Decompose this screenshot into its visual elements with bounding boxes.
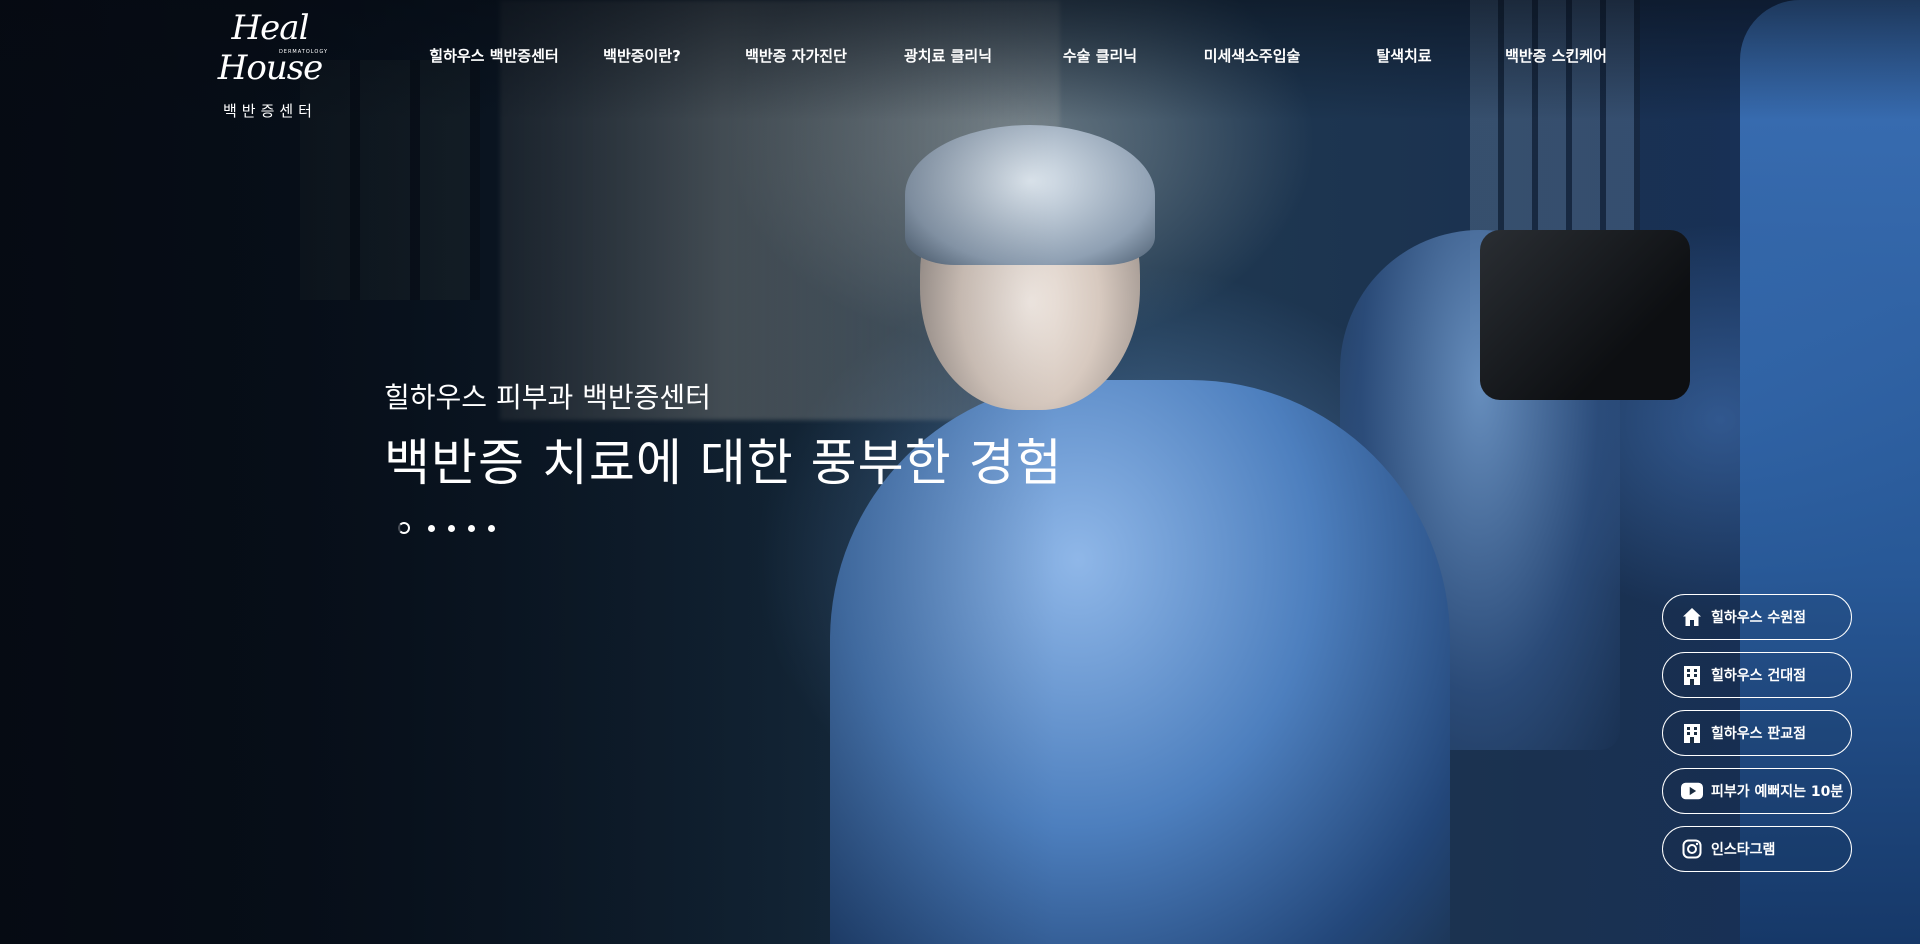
quick-link-suwon[interactable]: 힐하우스 수원점 (1662, 594, 1852, 640)
slide-dot-5[interactable] (488, 524, 495, 532)
quick-link-instagram[interactable]: 인스타그램 (1662, 826, 1852, 872)
building-icon (1681, 722, 1703, 744)
site-logo[interactable]: Heal House DERMATOLOGY 백반증센터 (190, 8, 350, 120)
quick-link-label: 피부가 예뻐지는 10분 (1711, 784, 1844, 800)
site-header: Heal House DERMATOLOGY 백반증센터 힐하우스 백반증센터 … (0, 0, 1920, 120)
nav-item-about-vitiligo[interactable]: 백반증이란? (588, 45, 696, 66)
hero-title: 백반증 치료에 대한 풍부한 경험 (384, 434, 1063, 492)
building-icon (1681, 664, 1703, 686)
slider-pagination (398, 522, 508, 534)
quick-link-label: 힐하우스 판교점 (1711, 726, 1807, 742)
logo-korean: 백반증센터 (222, 102, 317, 120)
nav-item-skincare[interactable]: 백반증 스킨케어 (1504, 45, 1608, 66)
quick-link-kondae[interactable]: 힐하우스 건대점 (1662, 652, 1852, 698)
nav-item-self-diagnosis[interactable]: 백반증 자가진단 (696, 45, 896, 66)
quick-link-pangyo[interactable]: 힐하우스 판교점 (1662, 710, 1852, 756)
nav-item-surgery-clinic[interactable]: 수술 클리닉 (1000, 45, 1200, 66)
home-icon (1681, 606, 1703, 628)
hero-subtitle: 힐하우스 피부과 백반증센터 (384, 381, 711, 414)
youtube-icon (1681, 780, 1703, 802)
nav-item-phototherapy-clinic[interactable]: 광치료 클리닉 (896, 45, 1000, 66)
slide-dot-1-active[interactable] (398, 522, 410, 534)
logo-subtitle: DERMATOLOGY (278, 49, 328, 55)
slide-dot-4[interactable] (468, 524, 475, 532)
slide-dot-3[interactable] (448, 524, 455, 532)
quick-link-label: 힐하우스 수원점 (1711, 610, 1807, 626)
slide-dot-2[interactable] (428, 524, 435, 532)
nav-item-micropigmentation[interactable]: 미세색소주입술 (1200, 45, 1304, 66)
logo-script: Heal House (217, 8, 324, 88)
nav-item-depigmentation[interactable]: 탈색치료 (1304, 45, 1504, 66)
quick-link-label: 인스타그램 (1711, 842, 1776, 858)
quick-links: 힐하우스 수원점 힐하우스 건대점 힐하우스 판교점 피부가 예뻐지는 10분 … (1662, 594, 1852, 884)
quick-link-youtube[interactable]: 피부가 예뻐지는 10분 (1662, 768, 1852, 814)
hero-caption: 힐하우스 피부과 백반증센터 백반증 치료에 대한 풍부한 경험 (384, 378, 1063, 498)
main-nav: 힐하우스 백반증센터 백반증이란? 백반증 자가진단 광치료 클리닉 수술 클리… (400, 40, 1608, 70)
quick-link-label: 힐하우스 건대점 (1711, 668, 1807, 684)
nav-item-center[interactable]: 힐하우스 백반증센터 (400, 45, 588, 66)
instagram-icon (1681, 838, 1703, 860)
